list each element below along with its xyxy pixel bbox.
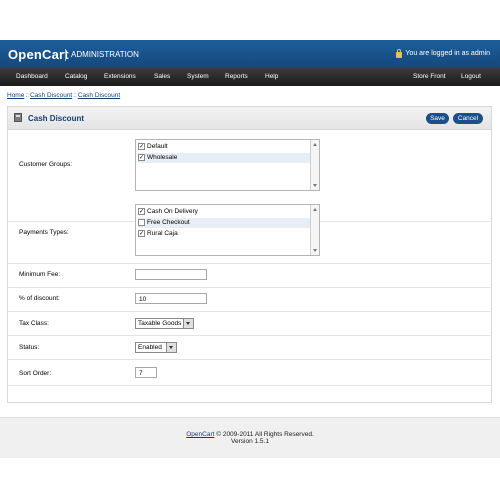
payment-type-option[interactable]: ✓ Cash On Delivery [138,207,310,217]
footer-opencart-link[interactable]: OpenCart [186,431,214,438]
breadcrumb-separator: :: [25,92,29,99]
tax-class-label: Tax Class: [19,320,49,327]
breadcrumb-separator: :: [73,92,77,99]
tax-class-value: Taxable Goods [138,320,182,327]
payment-type-checkbox[interactable] [138,219,145,226]
payment-types-row: Payments Types: ✓ Cash On Delivery Free … [8,197,491,264]
menu-item-logout[interactable]: Logout [461,73,481,80]
payment-type-label: Cash On Delivery [147,208,198,215]
header-subtitle: ADMINISTRATION [71,50,139,59]
breadcrumb-cash-discount-2[interactable]: Cash Discount [78,92,120,99]
footer: OpenCart © 2009-2011 All Rights Reserved… [0,417,500,458]
scroll-up-icon[interactable] [313,143,317,146]
scrollbar[interactable] [310,205,319,255]
customer-group-option[interactable]: ✓ Default [138,142,310,152]
cancel-button[interactable]: Cancel [453,113,483,124]
customer-group-label: Default [147,143,168,150]
payment-type-checkbox[interactable]: ✓ [138,208,145,215]
breadcrumb-home[interactable]: Home [7,92,24,99]
copyright-text: © 2009-2011 All Rights Reserved. [214,431,314,438]
customer-group-option[interactable]: ✓ Wholesale [138,153,310,163]
payment-types-label: Payments Types: [19,229,69,236]
menu-item-dashboard[interactable]: Dashboard [16,73,48,80]
save-button[interactable]: Save [426,113,449,124]
payment-type-option[interactable]: Free Checkout [138,218,310,228]
dropdown-arrow-icon[interactable] [166,343,176,352]
breadcrumb-cash-discount-1[interactable]: Cash Discount [30,92,72,99]
panel-header: Cash Discount Save Cancel [8,107,491,130]
sort-order-row: Sort Order: 7 [8,359,491,386]
menu-item-reports[interactable]: Reports [225,73,248,80]
status-select[interactable]: Enabled [135,342,177,353]
tax-class-row: Tax Class: Taxable Goods [8,311,491,336]
calculator-icon [14,113,22,122]
status-row: Status: Enabled [8,335,491,360]
minimum-fee-input[interactable] [135,269,207,280]
discount-input[interactable]: 10 [135,293,207,304]
payment-type-checkbox[interactable]: ✓ [138,230,145,237]
login-text: You are logged in as admin [405,50,490,57]
main-menu: Dashboard Catalog Extensions Sales Syste… [0,68,500,86]
status-value: Enabled [138,344,162,351]
login-status: You are logged in as admin [396,48,490,58]
copyright-line: OpenCart © 2009-2011 All Rights Reserved… [0,431,500,438]
menu-item-help[interactable]: Help [265,73,278,80]
tax-class-select[interactable]: Taxable Goods [135,318,194,329]
payment-type-label: Rural Caja [147,230,178,237]
minimum-fee-label: Minimum Fee: [19,271,61,278]
customer-group-label: Wholesale [147,154,178,161]
menu-item-catalog[interactable]: Catalog [65,73,87,80]
header: OpenCart ADMINISTRATION You are logged i… [0,40,500,68]
scroll-down-icon[interactable] [313,249,317,252]
status-label: Status: [19,344,40,351]
discount-label: % of discount: [19,295,60,302]
page-title: Cash Discount [28,114,85,123]
payment-type-option[interactable]: ✓ Rural Caja [138,229,310,239]
cash-discount-panel: Cash Discount Save Cancel Customer Group… [7,106,492,403]
customer-groups-list[interactable]: ✓ Default ✓ Wholesale [135,139,320,191]
scroll-up-icon[interactable] [313,208,317,211]
logo: OpenCart [8,47,69,62]
payment-types-list[interactable]: ✓ Cash On Delivery Free Checkout ✓ Rural… [135,204,320,256]
discount-row: % of discount: 10 [8,287,491,312]
menu-item-system[interactable]: System [187,73,209,80]
menu-item-store-front[interactable]: Store Front [413,73,446,80]
customer-group-checkbox[interactable]: ✓ [138,143,145,150]
customer-groups-label: Customer Groups: [19,161,73,168]
logo-divider [65,49,66,61]
scroll-down-icon[interactable] [313,184,317,187]
sort-order-label: Sort Order: [19,370,52,377]
lock-icon [396,48,403,58]
version-text: Version 1.5.1 [231,438,269,445]
payment-type-label: Free Checkout [147,219,190,226]
minimum-fee-row: Minimum Fee: [8,263,491,288]
menu-item-extensions[interactable]: Extensions [104,73,136,80]
scrollbar[interactable] [310,140,319,190]
breadcrumb: Home::Cash Discount::Cash Discount [7,92,120,99]
menu-item-sales[interactable]: Sales [154,73,170,80]
dropdown-arrow-icon[interactable] [183,319,193,328]
sort-order-input[interactable]: 7 [135,367,157,378]
customer-group-checkbox[interactable]: ✓ [138,154,145,161]
